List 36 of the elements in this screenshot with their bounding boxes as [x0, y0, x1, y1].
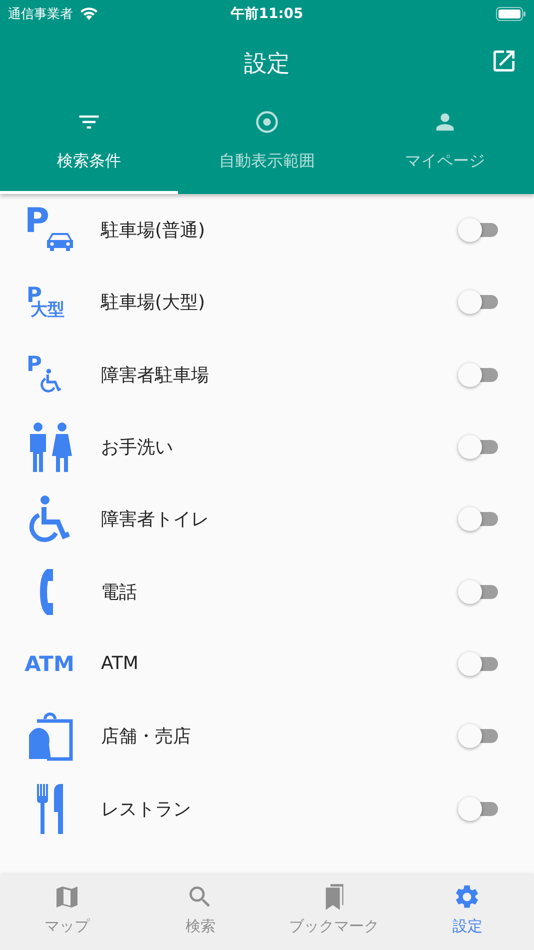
setting-label: 駐車場(大型) — [101, 291, 206, 314]
shopping-bag-icon — [26, 711, 72, 762]
toggle-switch[interactable] — [458, 506, 498, 532]
parking-large-vehicle-icon: P 大型 — [26, 285, 72, 320]
setting-label: 駐車場(普通) — [101, 219, 206, 242]
toggle-switch[interactable] — [458, 650, 498, 677]
setting-label: 障害者駐車場 — [101, 364, 210, 387]
fork-knife-icon — [36, 784, 62, 834]
tab[interactable]: マイページ — [356, 99, 534, 194]
page-title: 設定 — [244, 50, 290, 78]
wifi-icon — [79, 6, 99, 21]
atm-icon: ATM — [24, 652, 74, 676]
tab[interactable]: 自動表示範囲 — [178, 99, 356, 194]
setting-label: お手洗い — [101, 436, 174, 460]
setting-label: ATM — [101, 653, 140, 674]
setting-label: レストラン — [101, 798, 192, 821]
toggle-switch[interactable] — [458, 289, 498, 316]
carrier-name: 通信事業者 — [8, 6, 73, 22]
nav-tab[interactable]: マップ — [0, 875, 134, 950]
toggle-switch[interactable] — [458, 723, 498, 750]
toggle-switch[interactable] — [458, 362, 498, 388]
toggle-switch[interactable] — [458, 217, 498, 244]
battery-icon — [496, 6, 526, 20]
toggle-switch[interactable] — [458, 578, 498, 605]
setting-label: 店舗・売店 — [101, 725, 192, 748]
toggle-switch[interactable] — [458, 434, 498, 460]
wheelchair-icon — [28, 495, 72, 544]
target-icon — [254, 109, 280, 135]
nav-tab[interactable]: 設定 — [400, 875, 534, 950]
setting-label: 障害者トイレ — [101, 508, 210, 532]
toggle-switch[interactable] — [458, 796, 498, 822]
setting-label: 電話 — [101, 580, 138, 604]
status-time: 午前11:05 — [230, 4, 304, 22]
nav-tab[interactable]: 検索 — [134, 875, 267, 950]
nav-tab[interactable]: ブックマーク — [267, 875, 400, 950]
tab[interactable]: 検索条件 — [0, 99, 178, 194]
